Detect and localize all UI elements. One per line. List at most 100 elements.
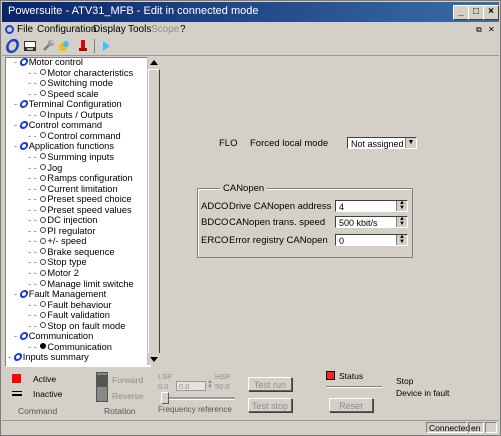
page-icon bbox=[40, 322, 47, 329]
tree-item[interactable]: - - Motor characteristics bbox=[28, 68, 133, 79]
adco-value: 4 bbox=[339, 202, 345, 212]
tree-category[interactable]: - Communication bbox=[14, 331, 93, 342]
mdi-close-icon[interactable]: ✕ bbox=[488, 25, 495, 34]
menu-configuration[interactable]: Configuration bbox=[37, 24, 96, 35]
reverse-label: Reverse bbox=[112, 391, 144, 401]
tree-item[interactable]: - - Summing inputs bbox=[28, 152, 114, 163]
page-icon bbox=[40, 248, 47, 255]
scroll-up-button[interactable] bbox=[148, 57, 160, 69]
app-menu-icon[interactable] bbox=[5, 25, 14, 34]
tree-item[interactable]: - - Communication bbox=[28, 342, 112, 353]
tree-connector: - - bbox=[28, 67, 40, 78]
tree-item-label: Fault Management bbox=[28, 289, 107, 300]
tree-category[interactable]: - Motor control bbox=[14, 57, 83, 68]
frequency-caption: Frequency reference bbox=[158, 405, 232, 414]
scroll-thumb[interactable] bbox=[148, 69, 160, 361]
frequency-input[interactable]: 0.0 bbox=[176, 381, 206, 391]
minimize-button[interactable]: _ bbox=[453, 5, 469, 20]
maximize-button[interactable]: □ bbox=[468, 5, 484, 20]
parameter-panel: FLO Forced local mode Not assigned ▼ CAN… bbox=[161, 57, 497, 365]
tree-item-label: Motor control bbox=[28, 57, 83, 67]
tree-item[interactable]: - - Current limitation bbox=[28, 184, 118, 195]
flo-select[interactable]: Not assigned ▼ bbox=[347, 137, 417, 149]
fault-message: Device in fault bbox=[396, 388, 450, 398]
connect-icon[interactable] bbox=[6, 39, 20, 53]
tree-category[interactable]: - Inputs summary bbox=[8, 352, 89, 363]
lsp-label: LSP bbox=[158, 372, 173, 381]
tree-item[interactable]: - - Brake sequence bbox=[28, 247, 115, 258]
tree-item[interactable]: - - Control command bbox=[28, 131, 121, 142]
motor-run-icon[interactable] bbox=[57, 39, 71, 53]
tree-scrollbar[interactable] bbox=[147, 57, 160, 365]
menu-file[interactable]: File bbox=[17, 24, 33, 35]
tree-item[interactable]: - - Fault validation bbox=[28, 310, 110, 321]
tree-item[interactable]: - - Stop type bbox=[28, 257, 87, 268]
operation-panel: Active Inactive Command Forward Reverse … bbox=[5, 367, 497, 417]
menu-bar: File Configuration Display Tools Scope ?… bbox=[2, 23, 499, 37]
tree-item[interactable]: - - Preset speed choice bbox=[28, 194, 132, 205]
stop-icon[interactable] bbox=[76, 39, 90, 53]
page-icon bbox=[40, 79, 47, 86]
frequency-slider-thumb[interactable] bbox=[161, 392, 169, 404]
menu-display[interactable]: Display bbox=[93, 24, 126, 35]
test-run-button[interactable]: Test run bbox=[248, 377, 292, 391]
category-icon bbox=[18, 99, 29, 108]
tree-item-label: Application functions bbox=[28, 141, 114, 152]
frequency-slider-track[interactable] bbox=[161, 397, 235, 400]
tree-item[interactable]: - - Preset speed values bbox=[28, 205, 132, 216]
adco-spinbox[interactable]: 4 ▲ ▼ bbox=[335, 200, 408, 212]
wrench-icon[interactable] bbox=[41, 39, 55, 53]
tree-category[interactable]: - Application functions bbox=[14, 141, 114, 152]
tree-item[interactable]: - - Jog bbox=[28, 163, 62, 174]
menu-help[interactable]: ? bbox=[180, 24, 186, 35]
tree-item[interactable]: - - Manage limit switche bbox=[28, 279, 134, 290]
inactive-indicator[interactable] bbox=[12, 394, 22, 396]
drive-icon[interactable] bbox=[23, 39, 37, 53]
tree-item[interactable]: - - Stop on fault mode bbox=[28, 321, 125, 332]
tree-item-label: Switching mode bbox=[47, 78, 113, 89]
tree-category[interactable]: - Fault Management bbox=[14, 289, 106, 300]
tree-item[interactable]: - - Motor 2 bbox=[28, 268, 79, 279]
tree-connector: - - bbox=[28, 278, 40, 289]
spinner-icon[interactable]: ▲ ▼ bbox=[396, 234, 407, 245]
page-icon bbox=[40, 301, 47, 308]
tree-item[interactable]: - - Speed scale bbox=[28, 89, 99, 100]
tree-category[interactable]: - Terminal Configuration bbox=[14, 99, 122, 110]
tree-item-label: Summing inputs bbox=[47, 151, 115, 162]
status-bar: Connected en bbox=[2, 420, 499, 435]
category-icon bbox=[18, 141, 29, 150]
page-icon bbox=[40, 132, 47, 139]
bdco-spinbox[interactable]: 500 kbit/s ▲ ▼ bbox=[335, 216, 408, 228]
window-title: Powersuite - ATV31_MFB - Edit in connect… bbox=[8, 5, 259, 17]
tree-item[interactable]: - - Inputs / Outputs bbox=[28, 110, 113, 121]
menu-scope[interactable]: Scope bbox=[151, 24, 179, 35]
erco-spinbox[interactable]: 0 ▲ ▼ bbox=[335, 234, 408, 246]
mdi-restore-icon[interactable]: ⧉ bbox=[476, 25, 482, 35]
tree-item[interactable]: - - Switching mode bbox=[28, 78, 113, 89]
test-stop-button[interactable]: Test stop bbox=[248, 398, 292, 412]
rotation-switch[interactable] bbox=[96, 372, 108, 402]
tree-item[interactable]: - - +/- speed bbox=[28, 236, 86, 247]
tree-item[interactable]: - - Fault behaviour bbox=[28, 300, 111, 311]
monitor-icon[interactable] bbox=[99, 39, 113, 53]
tree-item-label: Terminal Configuration bbox=[28, 99, 122, 110]
dropdown-arrow-icon[interactable]: ▼ bbox=[405, 138, 416, 148]
category-icon bbox=[18, 289, 29, 298]
tree-category[interactable]: - Control command bbox=[14, 120, 102, 131]
scroll-down-button[interactable] bbox=[148, 353, 160, 365]
frequency-spinner-icon[interactable]: ▲ ▼ bbox=[207, 379, 213, 390]
close-button[interactable]: × bbox=[483, 5, 499, 20]
configuration-tree[interactable]: - Motor control - - Motor characteristics… bbox=[5, 57, 151, 367]
spinner-icon[interactable]: ▲ ▼ bbox=[396, 216, 407, 227]
page-icon bbox=[40, 258, 47, 265]
tree-item[interactable]: - - PI regulator bbox=[28, 226, 95, 237]
tree-item[interactable]: - - DC injection bbox=[28, 215, 97, 226]
menu-tools[interactable]: Tools bbox=[128, 24, 151, 35]
page-icon bbox=[40, 269, 47, 276]
category-icon bbox=[18, 120, 29, 129]
title-bar[interactable]: Powersuite - ATV31_MFB - Edit in connect… bbox=[2, 2, 499, 22]
reset-button[interactable]: Reset bbox=[329, 398, 373, 412]
tree-item-label: Speed scale bbox=[47, 88, 99, 99]
tree-item[interactable]: - - Ramps configuration bbox=[28, 173, 133, 184]
spinner-icon[interactable]: ▲ ▼ bbox=[396, 200, 407, 211]
